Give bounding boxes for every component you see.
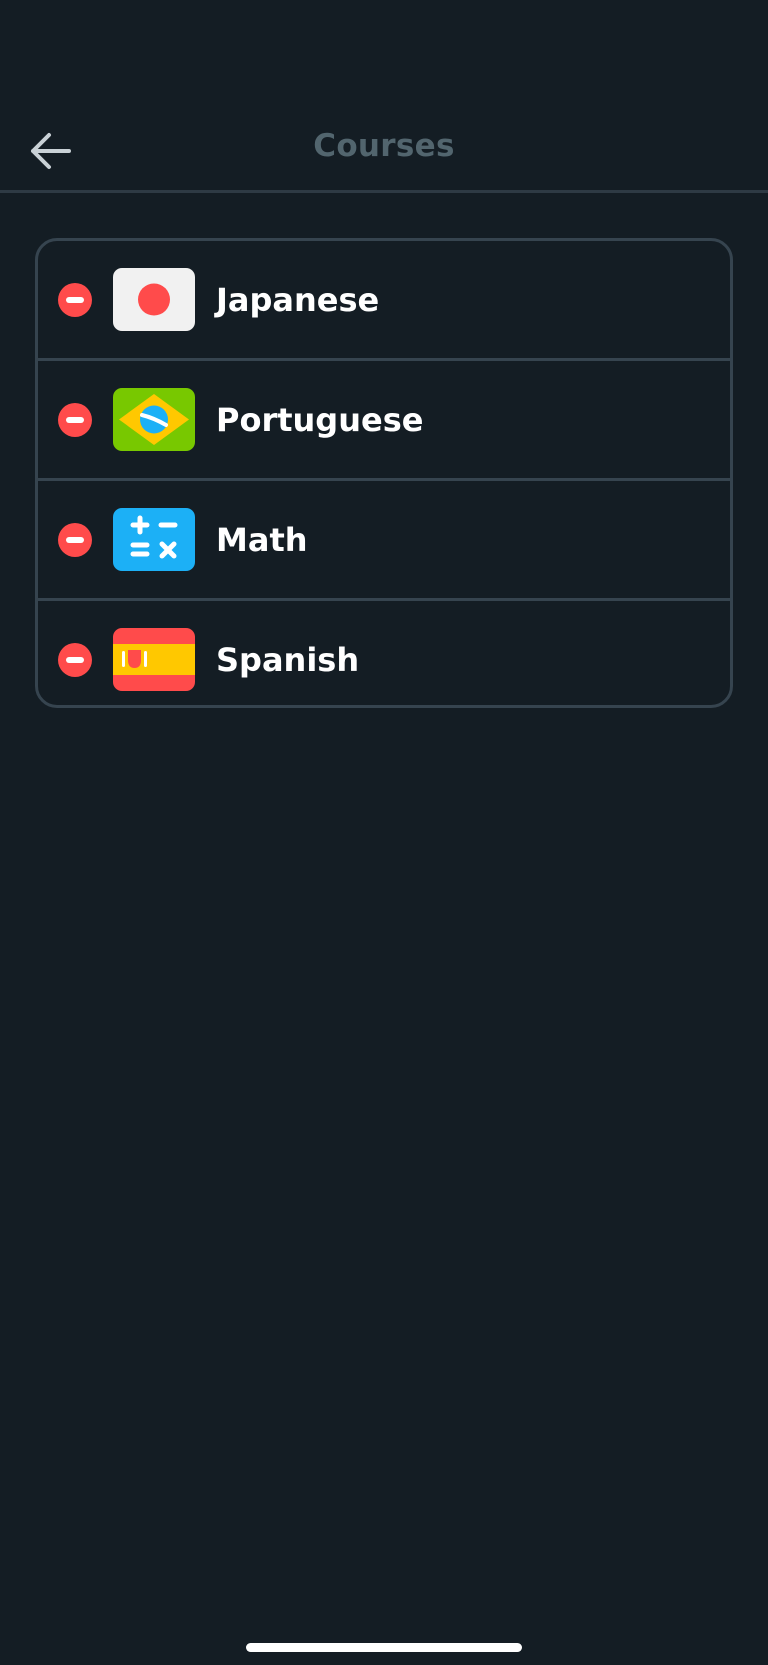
course-row-portuguese[interactable]: Portuguese bbox=[38, 361, 730, 481]
minus-circle-icon bbox=[66, 656, 84, 663]
header: Courses bbox=[0, 0, 768, 193]
course-list: Japanese Portuguese Math Spanish bbox=[35, 238, 733, 708]
brazil-flag-icon bbox=[113, 388, 195, 451]
course-row-spanish[interactable]: Spanish bbox=[38, 601, 730, 705]
page-title: Courses bbox=[313, 128, 455, 164]
course-row-math[interactable]: Math bbox=[38, 481, 730, 601]
remove-japanese-button[interactable] bbox=[58, 282, 92, 317]
japan-flag-icon bbox=[113, 268, 195, 331]
course-name: Japanese bbox=[216, 280, 380, 319]
remove-math-button[interactable] bbox=[58, 522, 92, 557]
course-name: Math bbox=[216, 520, 308, 559]
course-name: Portuguese bbox=[216, 400, 424, 439]
minus-circle-icon bbox=[66, 416, 84, 423]
minus-circle-icon bbox=[66, 536, 84, 543]
home-indicator[interactable] bbox=[246, 1643, 522, 1652]
course-name: Spanish bbox=[216, 640, 360, 679]
remove-portuguese-button[interactable] bbox=[58, 402, 92, 437]
course-row-japanese[interactable]: Japanese bbox=[38, 241, 730, 361]
minus-circle-icon bbox=[66, 296, 84, 303]
math-calculator-icon bbox=[113, 508, 195, 571]
spain-flag-icon bbox=[113, 628, 195, 691]
remove-spanish-button[interactable] bbox=[58, 642, 92, 677]
